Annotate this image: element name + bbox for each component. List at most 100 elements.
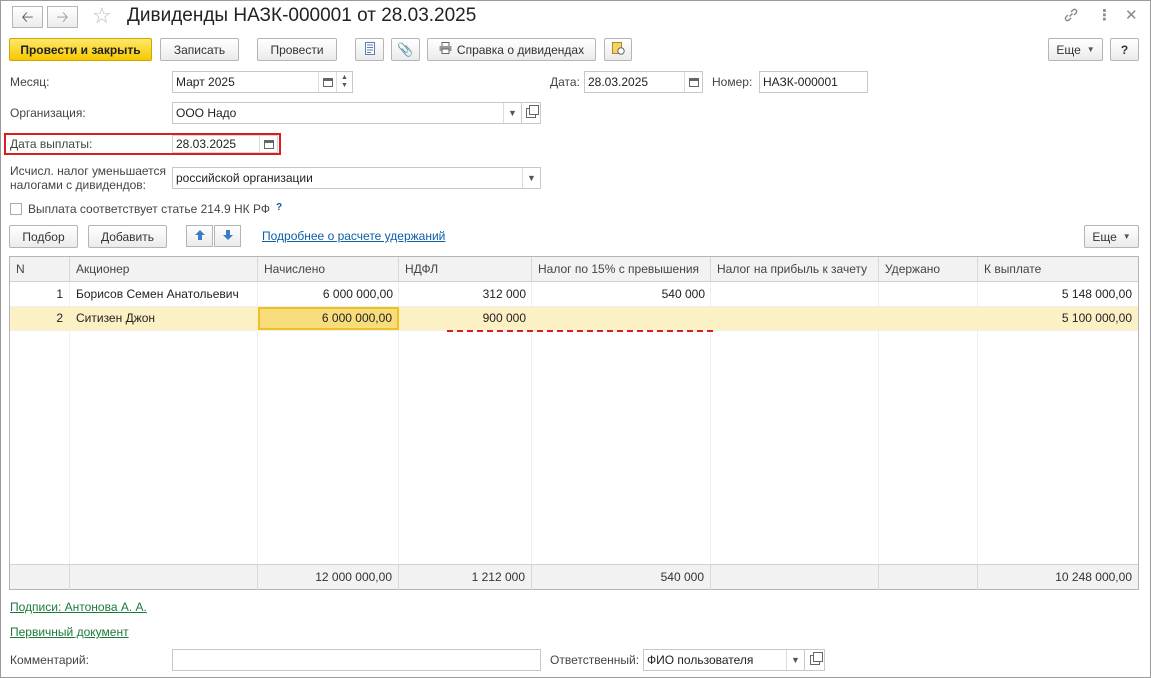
number-field[interactable]: НАЗК-000001 [759, 71, 868, 93]
date-calendar-button[interactable] [684, 72, 702, 92]
primary-document-link[interactable]: Первичный документ [10, 625, 129, 639]
move-down-button[interactable] [214, 225, 241, 247]
col-header-accrued[interactable]: Начислено [258, 257, 399, 282]
month-stepper[interactable]: ▲ ▼ [336, 72, 352, 92]
pay-date-field[interactable]: 28.03.2025 [172, 135, 278, 153]
table-more-label: Еще [1092, 229, 1117, 244]
tax-reduce-label-line-2: налогами с дивидендов: [10, 178, 146, 192]
art-214-label: Выплата соответствует статье 214.9 НК РФ [28, 202, 270, 216]
org-open-button[interactable] [522, 102, 541, 124]
more-label: Еще [1056, 42, 1081, 57]
cell-shareholder[interactable]: Ситизен Джон [70, 307, 258, 330]
col-header-to-pay[interactable]: К выплате [978, 257, 1138, 282]
comment-field[interactable] [172, 649, 541, 671]
cell-accrued-focused[interactable]: 6 000 000,00 [258, 307, 399, 330]
cell-profit-tax[interactable] [711, 307, 879, 330]
page-title: Дивиденды НАЗК-000001 от 28.03.2025 [127, 5, 477, 26]
star-icon[interactable]: ☆ [92, 4, 112, 28]
cell-profit-tax[interactable] [711, 283, 879, 306]
date-value: 28.03.2025 [588, 75, 649, 89]
number-value: НАЗК-000001 [763, 75, 838, 89]
chain-link-icon[interactable] [1063, 7, 1079, 28]
list-document-icon [364, 41, 375, 58]
month-calendar-button[interactable] [318, 72, 336, 92]
arrow-up-icon [194, 229, 205, 243]
cell-to-pay[interactable]: 5 148 000,00 [978, 283, 1138, 306]
calendar-icon [688, 77, 699, 87]
month-field[interactable]: Март 2025 ▲ ▼ [172, 71, 353, 93]
comment-label: Комментарий: [10, 653, 89, 667]
post-button[interactable]: Провести [257, 38, 337, 61]
vertical-ellipsis-icon[interactable]: ⋮ [1097, 7, 1112, 25]
table-more-button[interactable]: Еще ▼ [1084, 225, 1139, 248]
save-button[interactable]: Записать [160, 38, 239, 61]
cell-ndfl[interactable]: 900 000 [399, 307, 532, 330]
cell-tax15[interactable] [532, 307, 711, 330]
calendar-icon [322, 77, 333, 87]
open-form-icon [809, 652, 823, 665]
close-x-icon[interactable]: ✕ [1125, 7, 1138, 25]
list-document-button[interactable] [355, 38, 384, 61]
move-up-button[interactable] [186, 225, 213, 247]
total-tax15: 540 000 [532, 565, 711, 590]
forward-button[interactable]: 🡢 [47, 6, 78, 28]
cell-tax15[interactable]: 540 000 [532, 283, 711, 306]
org-dropdown-button[interactable]: ▼ [503, 103, 521, 123]
month-label: Месяц: [10, 75, 50, 89]
responsible-open-button[interactable] [805, 649, 825, 671]
cell-n[interactable]: 2 [10, 307, 69, 330]
pay-date-value: 28.03.2025 [176, 137, 237, 151]
dividends-table[interactable]: N Акционер Начислено НДФЛ Налог по 15% с… [9, 256, 1139, 590]
pay-date-calendar-button[interactable] [259, 136, 277, 152]
signatures-link[interactable]: Подписи: Антонова А. А. [10, 600, 147, 614]
pick-button[interactable]: Подбор [9, 225, 78, 248]
open-form-icon [526, 105, 539, 118]
dashed-annotation-line [447, 330, 713, 332]
cell-withheld[interactable] [879, 307, 978, 330]
caret-down-icon: ▼ [508, 108, 517, 118]
caret-down-icon: ▼ [791, 655, 800, 665]
post-and-close-button[interactable]: Провести и закрыть [9, 38, 152, 61]
org-label: Организация: [10, 106, 86, 120]
cell-accrued[interactable]: 6 000 000,00 [258, 283, 399, 306]
table-row-selected[interactable]: 2 Ситизен Джон 6 000 000,00 900 000 5 10… [10, 307, 1138, 331]
report-document-icon [611, 41, 625, 58]
col-header-withheld[interactable]: Удержано [879, 257, 978, 282]
month-value: Март 2025 [176, 75, 235, 89]
responsible-dropdown-button[interactable]: ▼ [786, 650, 804, 670]
report-document-button[interactable] [604, 38, 632, 61]
art-214-help-icon[interactable]: ? [276, 202, 282, 213]
cell-withheld[interactable] [879, 283, 978, 306]
responsible-value: ФИО пользователя [647, 653, 754, 667]
more-button[interactable]: Еще ▼ [1048, 38, 1103, 61]
date-field[interactable]: 28.03.2025 [584, 71, 703, 93]
col-header-profit-tax[interactable]: Налог на прибыль к зачету [711, 257, 879, 282]
back-button[interactable]: 🡠 [12, 6, 43, 28]
paperclip-icon: 📎 [397, 41, 414, 57]
cell-shareholder[interactable]: Борисов Семен Анатольевич [70, 283, 258, 306]
total-cell-empty [10, 565, 70, 590]
col-header-tax15[interactable]: Налог по 15% с превышения [532, 257, 711, 282]
art-214-checkbox[interactable] [10, 203, 22, 215]
attach-button[interactable]: 📎 [391, 38, 420, 61]
number-label: Номер: [712, 75, 753, 89]
responsible-field[interactable]: ФИО пользователя ▼ [643, 649, 805, 671]
total-cell-empty [879, 565, 978, 590]
tax-reduce-dropdown-button[interactable]: ▼ [522, 168, 540, 188]
cell-n[interactable]: 1 [10, 283, 69, 306]
dividend-report-button[interactable]: Справка о дивидендах [427, 38, 596, 61]
help-button[interactable]: ? [1110, 38, 1139, 61]
table-row[interactable]: 1 Борисов Семен Анатольевич 6 000 000,00… [10, 283, 1138, 307]
cell-to-pay[interactable]: 5 100 000,00 [978, 307, 1138, 330]
col-header-n[interactable]: N [10, 257, 70, 282]
col-header-shareholder[interactable]: Акционер [70, 257, 258, 282]
tax-reduce-field[interactable]: российской организации ▼ [172, 167, 541, 189]
col-header-ndfl[interactable]: НДФЛ [399, 257, 532, 282]
add-button[interactable]: Добавить [88, 225, 167, 248]
tax-reduce-value: российской организации [176, 171, 313, 185]
arrow-right-icon: 🡢 [56, 8, 69, 26]
total-ndfl: 1 212 000 [399, 565, 532, 590]
org-field[interactable]: ООО Надо ▼ [172, 102, 522, 124]
cell-ndfl[interactable]: 312 000 [399, 283, 532, 306]
calc-details-link[interactable]: Подробнее о расчете удержаний [262, 229, 445, 243]
